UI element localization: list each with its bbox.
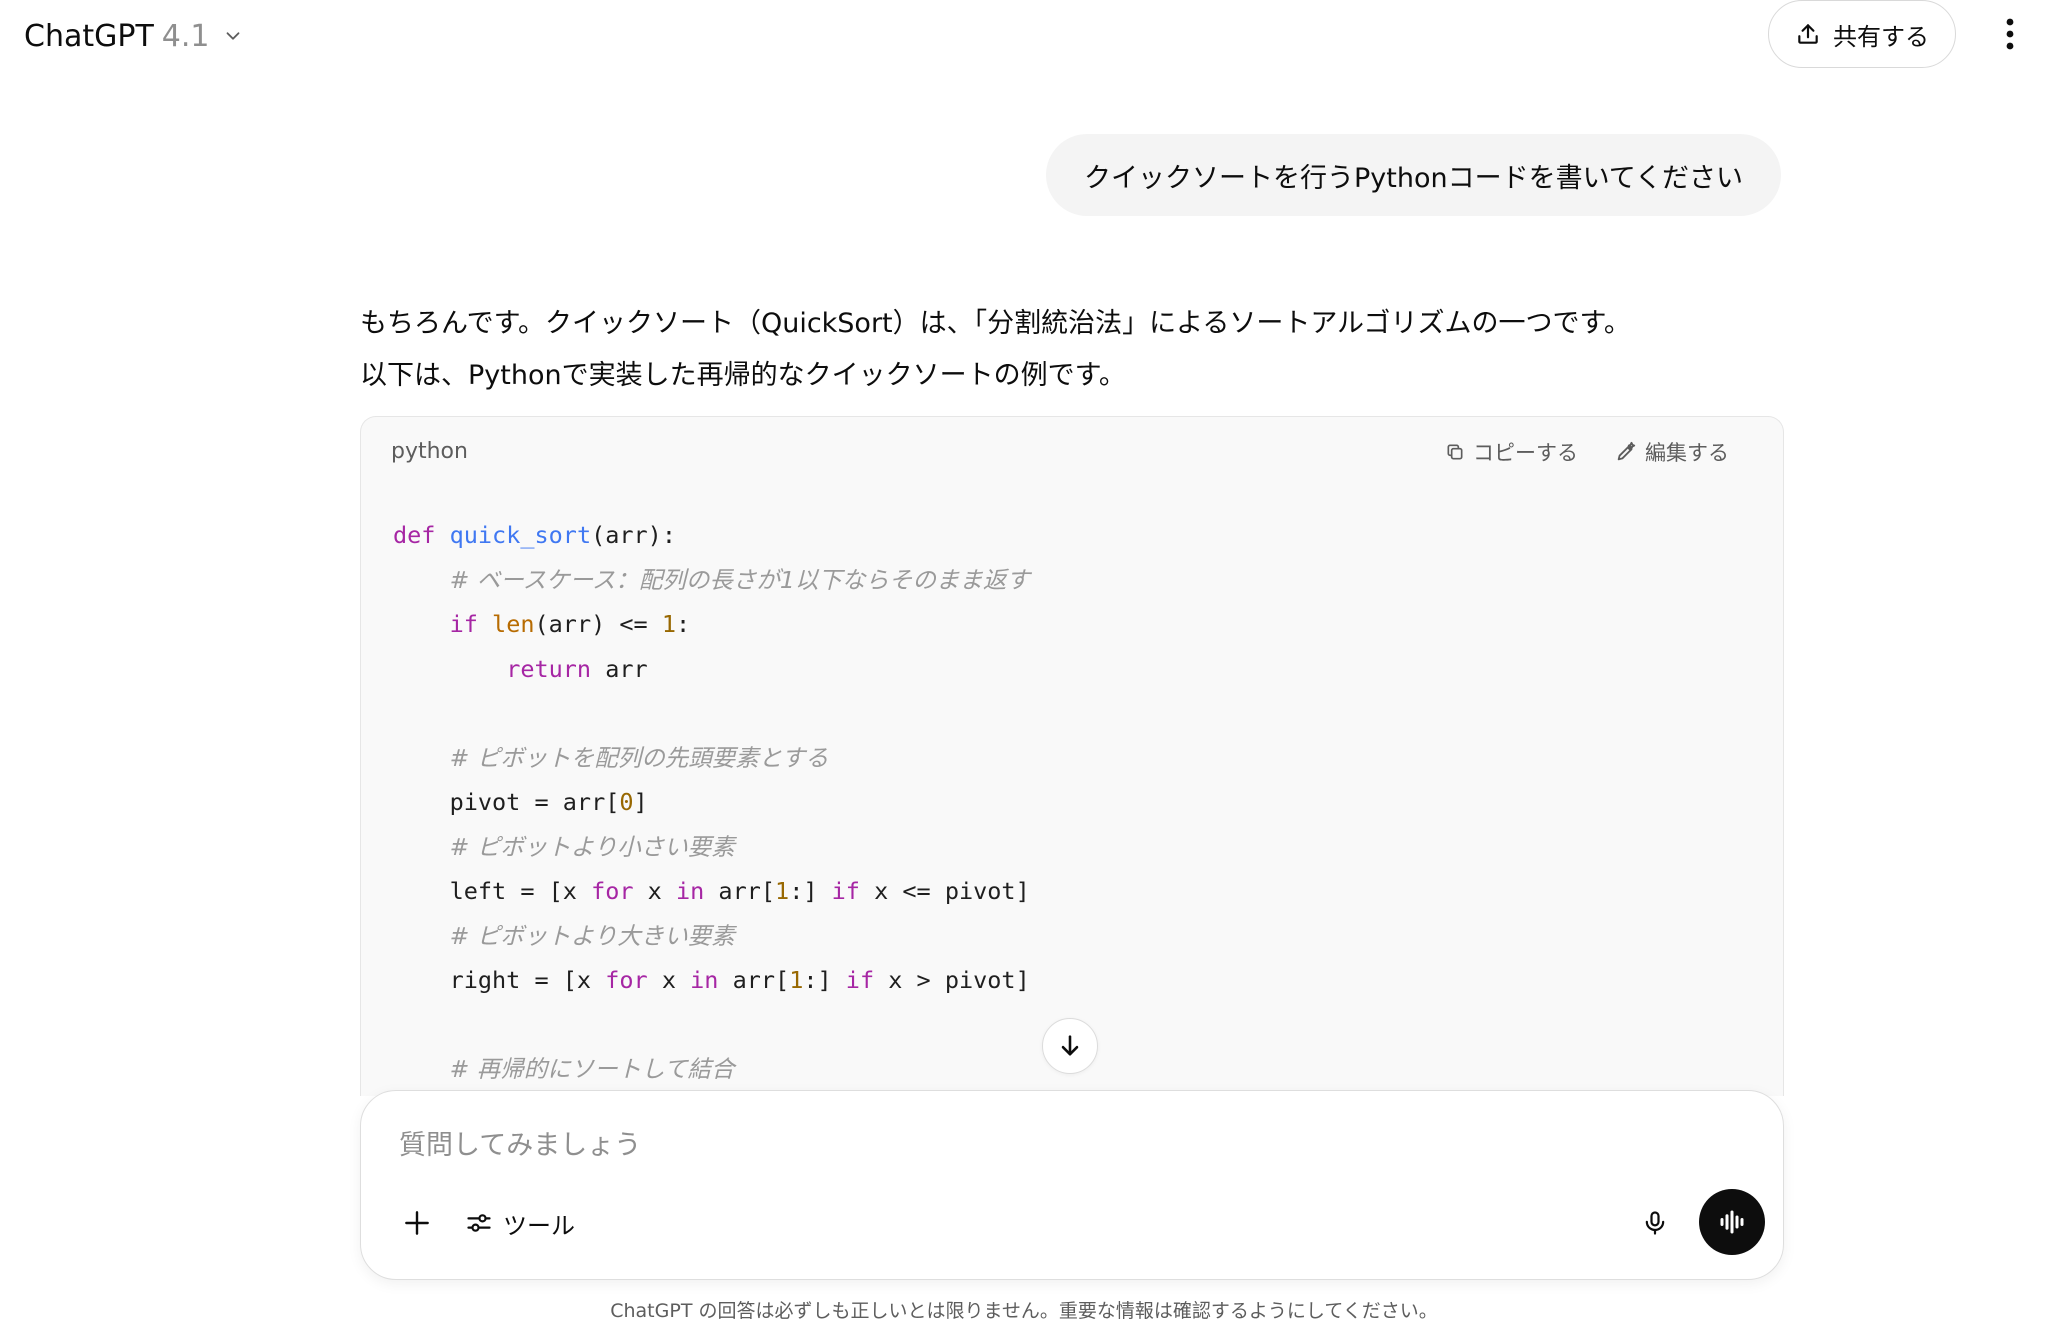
code-token: 0 (619, 788, 634, 816)
tools-label: ツール (503, 1211, 575, 1240)
code-token: (arr) <= (534, 610, 662, 638)
user-message: クイックソートを行うPythonコードを書いてください (1046, 134, 1781, 216)
tools-button[interactable]: ツール (465, 1197, 575, 1249)
code-block-header: python コピーする 編集する (361, 417, 1783, 487)
code-token: for (591, 877, 634, 905)
code-token: # ピボットを配列の先頭要素とする (449, 743, 829, 772)
code-token: 1 (775, 877, 790, 905)
code-block: python コピーする 編集する def quick_sort(arr): #… (360, 416, 1784, 1096)
assistant-paragraph: 以下は、Pythonで実装した再帰的なクイックソートの例です。 (360, 360, 1126, 391)
plus-icon (401, 1207, 433, 1239)
code-token: 1 (661, 610, 676, 638)
code-line: return arr (393, 647, 1030, 692)
arrow-down-icon (1056, 1032, 1084, 1060)
prompt-input[interactable] (397, 1119, 1701, 1171)
code-token: right = [x (393, 966, 606, 994)
code-token: pivot = arr[ (393, 788, 620, 816)
code-token: ] (633, 788, 648, 816)
share-label: 共有する (1833, 22, 1929, 51)
code-token: x (633, 877, 676, 905)
code-token: # ベースケース：配列の長さが1以下ならそのまま返す (449, 565, 1030, 594)
code-token: # ピボットより大きい要素 (449, 921, 735, 950)
code-token: in (690, 966, 719, 994)
code-token: quick_sort (449, 521, 592, 549)
voice-waveform-icon (1717, 1207, 1747, 1237)
dictate-button[interactable] (1629, 1197, 1681, 1249)
code-line: # ピボットより小さい要素 (393, 825, 1030, 870)
more-vertical-icon (2005, 17, 2015, 51)
copy-icon (1445, 442, 1465, 462)
code-token: x (647, 966, 691, 994)
code-token: x <= pivot] (859, 877, 1030, 905)
more-options-button[interactable] (1990, 14, 2030, 54)
code-token: len (492, 610, 535, 638)
edit-code-button[interactable]: 編集する (1615, 437, 1729, 467)
user-message-text: クイックソートを行うPythonコードを書いてください (1084, 162, 1743, 194)
code-line: # ピボットを配列の先頭要素とする (393, 736, 1030, 781)
code-token: if (449, 610, 478, 638)
chevron-down-icon (222, 25, 244, 47)
voice-mode-button[interactable] (1699, 1189, 1765, 1255)
copy-code-label: コピーする (1473, 441, 1578, 465)
scroll-to-bottom-button[interactable] (1042, 1018, 1098, 1074)
code-token: if (845, 966, 875, 994)
code-language-label: python (391, 439, 468, 464)
composer: ツール (360, 1090, 1784, 1280)
code-token: 1 (789, 966, 804, 994)
code-token: in (675, 877, 705, 905)
code-token: def (393, 521, 436, 549)
edit-code-label: 編集する (1645, 441, 1729, 465)
code-token: :] (789, 877, 832, 905)
model-version: 4.1 (161, 18, 210, 54)
code-token: arr (591, 654, 648, 683)
add-attachment-button[interactable] (391, 1197, 443, 1249)
code-token: x > pivot] (874, 966, 1030, 994)
code-token: # ピボットより小さい要素 (449, 832, 735, 861)
sliders-icon (465, 1209, 493, 1237)
code-content: def quick_sort(arr): # ベースケース：配列の長さが1以下な… (393, 513, 1030, 1092)
edit-icon (1615, 441, 1637, 463)
code-token: (arr): (591, 521, 676, 549)
code-token: :] (803, 966, 846, 994)
code-token: return (506, 654, 592, 683)
code-line: # ベースケース：配列の長さが1以下ならそのまま返す (393, 558, 1030, 603)
upload-icon (1795, 21, 1821, 47)
code-token: # 再帰的にソートして結合 (449, 1055, 735, 1083)
code-token: for (605, 966, 648, 994)
code-line: pivot = arr[0] (393, 780, 1030, 825)
share-button[interactable]: 共有する (1768, 0, 1956, 68)
code-token: arr[ (718, 966, 790, 994)
code-line: left = [x for x in arr[1:] if x <= pivot… (393, 869, 1030, 914)
code-line: right = [x for x in arr[1:] if x > pivot… (393, 958, 1030, 1003)
code-token: arr[ (704, 877, 776, 905)
model-switcher[interactable]: ChatGPT 4.1 (16, 10, 252, 62)
microphone-icon (1641, 1209, 1669, 1237)
copy-code-button[interactable]: コピーする (1445, 437, 1578, 467)
top-bar: ChatGPT 4.1 共有する (0, 0, 2048, 72)
code-token: left = [x (393, 877, 592, 905)
code-line: # ピボットより大きい要素 (393, 914, 1030, 959)
code-line: if len(arr) <= 1: (393, 602, 1030, 647)
disclaimer-text: ChatGPT の回答は必ずしも正しいとは限りません。重要な情報は確認するように… (610, 1300, 1438, 1322)
code-line: # 再帰的にソートして結合 (393, 1047, 1030, 1092)
code-line: def quick_sort(arr): (393, 513, 1030, 558)
assistant-message: もちろんです。クイックソート（QuickSort）は、「分割統治法」によるソート… (360, 298, 1780, 402)
model-name: ChatGPT (24, 18, 154, 54)
code-token: if (831, 877, 860, 905)
assistant-paragraph: もちろんです。クイックソート（QuickSort）は、「分割統治法」によるソート… (360, 308, 1631, 339)
code-token: : (676, 610, 691, 638)
